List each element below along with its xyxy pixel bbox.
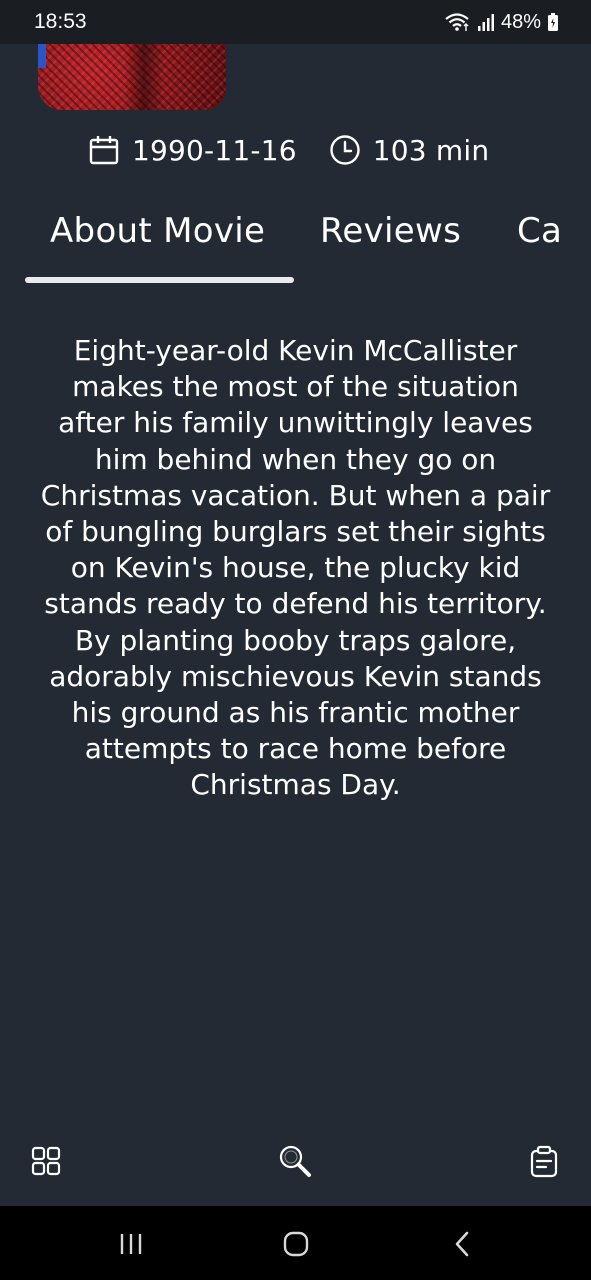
watchlist-icon[interactable] — [524, 1142, 564, 1182]
movie-meta: 1990-11-16 103 min — [88, 130, 489, 170]
status-time: 18:53 — [34, 10, 87, 33]
release-date: 1990-11-16 — [88, 134, 297, 167]
tab-cast[interactable]: Ca — [517, 211, 562, 251]
wifi-icon — [445, 13, 469, 31]
movie-detail-screen: 18:53 48% 1990-11-16 103 min About Movie… — [0, 0, 591, 1280]
back-icon[interactable] — [447, 1228, 479, 1260]
recents-icon[interactable] — [115, 1228, 147, 1260]
grid-icon[interactable] — [26, 1142, 66, 1182]
signal-icon — [477, 14, 494, 31]
tab-about-movie[interactable]: About Movie — [50, 211, 265, 251]
runtime: 103 min — [329, 134, 490, 167]
battery-icon — [548, 13, 558, 31]
tab-reviews[interactable]: Reviews — [320, 211, 461, 251]
tab-indicator — [25, 277, 294, 283]
status-icons: 48% — [445, 11, 559, 34]
clock-icon — [330, 135, 360, 165]
status-bar: 18:53 48% — [0, 0, 591, 44]
runtime-text: 103 min — [372, 133, 490, 167]
calendar-icon — [89, 136, 119, 165]
detail-tabs: About Movie Reviews Ca — [0, 205, 591, 285]
system-nav-bar — [0, 1206, 591, 1280]
movie-overview: Eight-year-old Kevin McCallister makes t… — [40, 334, 551, 802]
movie-poster — [38, 44, 226, 110]
home-icon[interactable] — [280, 1228, 312, 1260]
bottom-nav — [0, 1130, 591, 1206]
battery-text: 48% — [500, 10, 541, 33]
release-date-text: 1990-11-16 — [132, 133, 297, 167]
search-icon[interactable] — [276, 1142, 316, 1182]
